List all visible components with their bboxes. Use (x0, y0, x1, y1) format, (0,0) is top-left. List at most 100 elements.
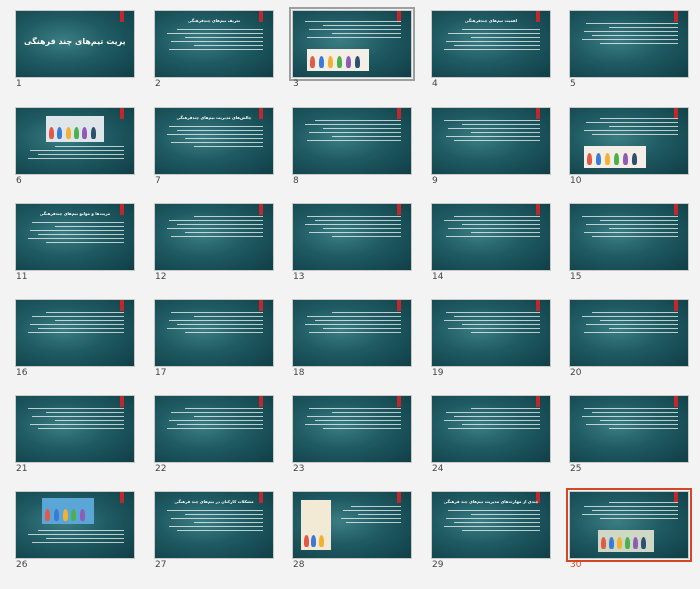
slide-accent-bar (397, 492, 401, 503)
slide-preview[interactable] (154, 299, 274, 367)
slide-thumbnail[interactable]: 18 (292, 299, 412, 381)
slide-preview[interactable] (569, 10, 689, 78)
slide-preview[interactable]: تعریف تیم‌های چندفرهنگی (154, 10, 274, 78)
slide-number: 22 (155, 464, 167, 474)
slide-text-lines (26, 530, 124, 546)
slide-preview[interactable] (15, 299, 135, 367)
slide-preview[interactable]: اهمیت تیم‌های چندفرهنگی (431, 10, 551, 78)
slide-thumbnail[interactable]: 26 (15, 491, 135, 573)
slide-thumbnail[interactable]: 28 (292, 491, 412, 573)
slide-preview[interactable] (154, 203, 274, 271)
slide-number: 10 (570, 176, 582, 186)
slide-thumbnail[interactable]: چندی از مهارت‌های مدیریت تیم‌های چند فره… (431, 491, 551, 573)
slide-title: اهمیت تیم‌های چندفرهنگی (464, 18, 518, 23)
slide-accent-bar (397, 300, 401, 311)
slide-number: 5 (570, 79, 576, 89)
slide-thumbnail[interactable]: مدیریت تیم‌های چند فرهنگی 1 (15, 10, 135, 92)
slide-preview[interactable] (569, 395, 689, 463)
slide-preview[interactable] (292, 299, 412, 367)
slide-number: 8 (293, 176, 299, 186)
slide-accent-bar (397, 108, 401, 119)
slide-thumbnail[interactable]: 12 (154, 203, 274, 285)
slide-number: 7 (155, 176, 161, 186)
slide-accent-bar (536, 396, 540, 407)
slide-thumbnail[interactable]: 5 (569, 10, 689, 92)
slide-thumbnail[interactable]: مشکلات کارکنان در تیم‌های چند فرهنگی 27 (154, 491, 274, 573)
slide-accent-bar (674, 11, 678, 22)
slide-thumbnail[interactable]: 3 (289, 7, 415, 92)
slide-number: 24 (432, 464, 444, 474)
slide-thumbnail[interactable]: 30 (566, 488, 692, 573)
slide-number: 21 (16, 464, 28, 474)
slide-text-lines (303, 21, 401, 41)
slide-preview[interactable] (292, 107, 412, 175)
slide-number: 23 (293, 464, 305, 474)
slide-preview[interactable] (15, 491, 135, 559)
slide-accent-bar (674, 204, 678, 215)
slide-preview[interactable] (431, 395, 551, 463)
slide-accent-bar (259, 204, 263, 215)
slide-number: 13 (293, 272, 305, 282)
slide-preview[interactable] (566, 488, 692, 562)
slide-number: 1 (16, 79, 22, 89)
slide-preview[interactable] (154, 395, 274, 463)
slide-thumbnail[interactable]: 6 (15, 107, 135, 189)
slide-preview[interactable]: مشکلات کارکنان در تیم‌های چند فرهنگی (154, 491, 274, 559)
crowd-icon (301, 500, 331, 550)
slide-thumbnail[interactable]: 22 (154, 395, 274, 477)
slide-thumbnail[interactable]: 9 (431, 107, 551, 189)
slide-preview[interactable] (569, 203, 689, 271)
slide-thumbnail[interactable]: 14 (431, 203, 551, 285)
slide-title: چالش‌های مدیریت تیم‌های چندفرهنگی (176, 115, 252, 120)
slide-thumbnail[interactable]: 20 (569, 299, 689, 381)
slide-title: مدیریت تیم‌های چند فرهنگی (24, 37, 126, 46)
slide-accent-bar (120, 396, 124, 407)
slide-preview[interactable]: مزیت‌ها و موانع تیم‌های چندفرهنگی (15, 203, 135, 271)
slide-text-lines (165, 126, 263, 150)
slide-preview[interactable] (569, 299, 689, 367)
slide-thumbnail[interactable]: 19 (431, 299, 551, 381)
slide-text-lines (580, 118, 678, 138)
slide-number: 3 (293, 79, 299, 89)
slide-number: 6 (16, 176, 22, 186)
slide-preview[interactable] (292, 203, 412, 271)
slide-preview[interactable] (15, 107, 135, 175)
slide-number: 9 (432, 176, 438, 186)
slide-thumbnail[interactable]: 8 (292, 107, 412, 189)
slide-accent-bar (120, 300, 124, 311)
slide-thumbnail[interactable]: 21 (15, 395, 135, 477)
slide-thumbnail[interactable]: 17 (154, 299, 274, 381)
slide-preview[interactable]: مدیریت تیم‌های چند فرهنگی (15, 10, 135, 78)
slide-preview[interactable]: چالش‌های مدیریت تیم‌های چندفرهنگی (154, 107, 274, 175)
slide-preview[interactable] (292, 395, 412, 463)
slide-text-lines (580, 502, 678, 522)
slide-thumbnail[interactable]: 16 (15, 299, 135, 381)
slide-preview[interactable] (292, 491, 412, 559)
slide-accent-bar (674, 396, 678, 407)
slide-thumbnail[interactable]: چالش‌های مدیریت تیم‌های چندفرهنگی 7 (154, 107, 274, 189)
slide-text-lines (26, 222, 124, 246)
slide-accent-bar (536, 300, 540, 311)
slide-preview[interactable] (289, 7, 415, 81)
slide-preview[interactable] (431, 107, 551, 175)
slide-preview[interactable]: چندی از مهارت‌های مدیریت تیم‌های چند فره… (431, 491, 551, 559)
slide-preview[interactable] (569, 107, 689, 175)
slide-text-lines (303, 312, 401, 336)
slide-thumbnail[interactable]: 13 (292, 203, 412, 285)
slide-thumbnail[interactable]: 15 (569, 203, 689, 285)
slide-thumbnail[interactable]: 25 (569, 395, 689, 477)
slide-number: 30 (570, 560, 582, 570)
slide-thumbnail[interactable]: 23 (292, 395, 412, 477)
slide-thumbnail[interactable]: 10 (569, 107, 689, 189)
slide-accent-bar (259, 396, 263, 407)
slide-preview[interactable] (431, 203, 551, 271)
slide-preview[interactable] (431, 299, 551, 367)
slide-thumbnail[interactable]: مزیت‌ها و موانع تیم‌های چندفرهنگی 11 (15, 203, 135, 285)
slide-accent-bar (536, 108, 540, 119)
slide-thumbnail[interactable]: تعریف تیم‌های چندفرهنگی 2 (154, 10, 274, 92)
slide-number: 17 (155, 368, 167, 378)
slide-preview[interactable] (15, 395, 135, 463)
rowing-icon (42, 498, 94, 524)
slide-thumbnail[interactable]: اهمیت تیم‌های چندفرهنگی 4 (431, 10, 551, 92)
slide-thumbnail[interactable]: 24 (431, 395, 551, 477)
